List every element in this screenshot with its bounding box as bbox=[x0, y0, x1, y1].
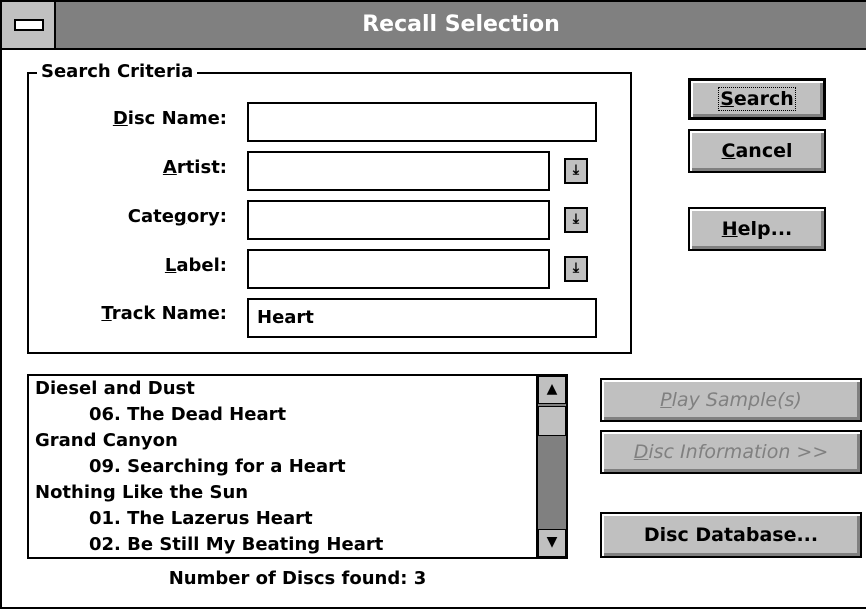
search-button[interactable]: Search bbox=[688, 78, 826, 120]
artist-label: Artist: bbox=[162, 157, 227, 178]
arrow-down-icon: ▼ bbox=[546, 534, 558, 550]
artist-field[interactable] bbox=[247, 151, 550, 191]
recall-selection-dialog: Recall Selection Search Criteria Disc Na… bbox=[0, 0, 866, 609]
scroll-down-button[interactable]: ▼ bbox=[538, 529, 566, 557]
disc-database-button[interactable]: Disc Database... bbox=[600, 512, 862, 558]
disc-list-item[interactable]: Nothing Like the Sun bbox=[29, 480, 539, 506]
scroll-thumb[interactable] bbox=[538, 406, 566, 436]
disc-information-button[interactable]: Disc Information >> bbox=[600, 430, 862, 474]
track-list-item[interactable]: 02. Be Still My Beating Heart bbox=[29, 532, 539, 557]
arrow-up-icon: ▲ bbox=[546, 381, 558, 397]
track-list-item[interactable]: 01. The Lazerus Heart bbox=[29, 506, 539, 532]
title-bar: Recall Selection bbox=[2, 2, 866, 50]
disc-name-field[interactable] bbox=[247, 102, 597, 142]
track-list-item[interactable]: 06. The Dead Heart bbox=[29, 402, 539, 428]
arrow-down-bar-icon: ⤓ bbox=[572, 260, 580, 276]
disc-list-item[interactable]: Grand Canyon bbox=[29, 428, 539, 454]
category-label: Category: bbox=[127, 206, 227, 227]
track-list-item[interactable]: 09. Searching for a Heart bbox=[29, 454, 539, 480]
window-title: Recall Selection bbox=[362, 12, 560, 37]
results-list-body: Diesel and Dust 06. The Dead Heart Grand C… bbox=[29, 376, 539, 557]
scroll-up-button[interactable]: ▲ bbox=[538, 376, 566, 404]
disc-name-label: Disc Name: bbox=[112, 108, 227, 129]
disc-count-value: 3 bbox=[413, 568, 427, 589]
play-sample-button[interactable]: Play Sample(s) bbox=[600, 378, 862, 422]
label-label: Label: bbox=[164, 255, 227, 276]
cancel-button[interactable]: Cancel bbox=[688, 129, 826, 173]
arrow-down-bar-icon: ⤓ bbox=[572, 211, 580, 227]
arrow-down-bar-icon: ⤓ bbox=[572, 162, 580, 178]
category-field[interactable] bbox=[247, 200, 550, 240]
disc-count-label: Number of Discs found: bbox=[168, 568, 408, 589]
label-field[interactable] bbox=[247, 249, 550, 289]
disc-count-status: Number of Discs found: 3 bbox=[27, 568, 568, 589]
artist-dropdown-button[interactable]: ⤓ bbox=[564, 158, 588, 184]
category-dropdown-button[interactable]: ⤓ bbox=[564, 207, 588, 233]
search-criteria-legend: Search Criteria bbox=[37, 61, 198, 83]
label-dropdown-button[interactable]: ⤓ bbox=[564, 256, 588, 282]
results-list[interactable]: Diesel and Dust 06. The Dead Heart Grand C… bbox=[27, 374, 568, 559]
system-menu-button[interactable] bbox=[2, 2, 56, 48]
minus-bar-icon bbox=[14, 19, 44, 31]
disc-list-item[interactable]: Diesel and Dust bbox=[29, 376, 539, 402]
help-button[interactable]: Help... bbox=[688, 207, 826, 251]
track-name-label: Track Name: bbox=[101, 303, 227, 324]
track-name-field[interactable]: Heart bbox=[247, 298, 597, 338]
vertical-scrollbar[interactable]: ▲ ▼ bbox=[536, 376, 566, 557]
